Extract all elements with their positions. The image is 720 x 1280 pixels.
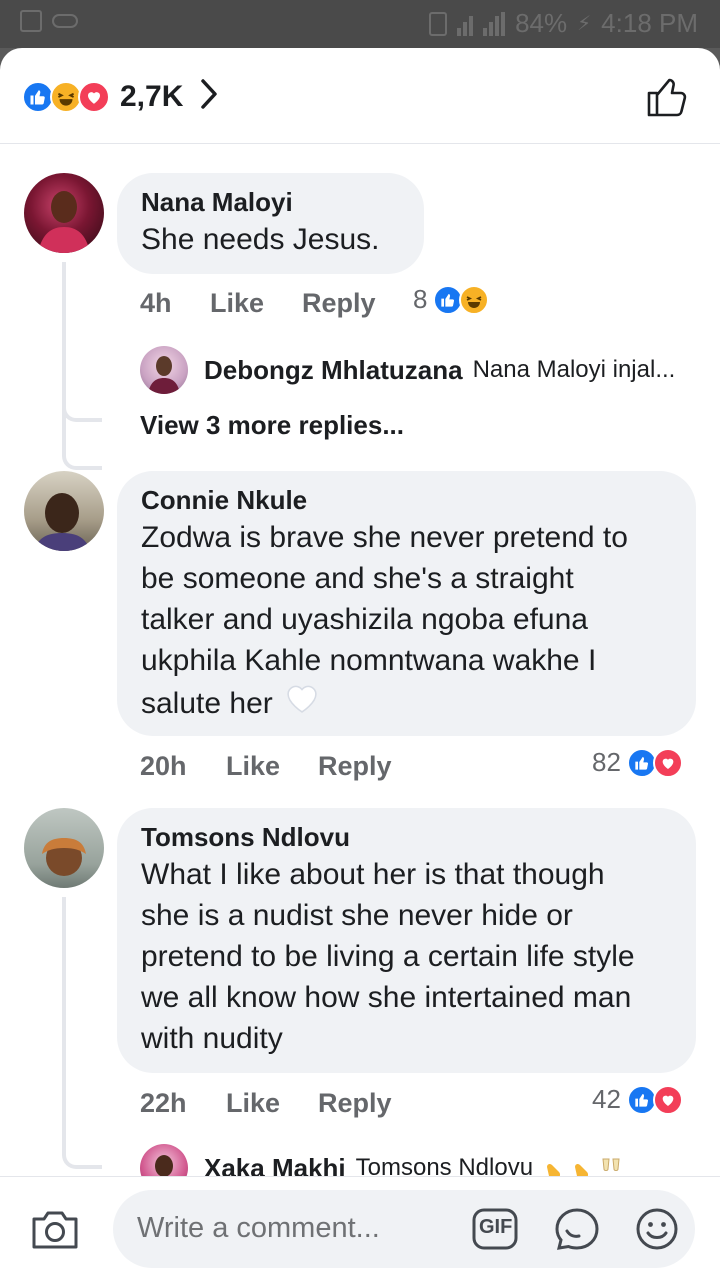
avatar[interactable]: [24, 471, 104, 551]
reactions-summary[interactable]: 2,7K: [22, 78, 219, 115]
reaction-count: 42: [592, 1084, 621, 1114]
comment-author[interactable]: Nana Maloyi: [141, 185, 400, 219]
status-left-icons: [20, 10, 78, 32]
comment-actions: 20h Like Reply: [140, 751, 392, 782]
love-reaction-icon: [652, 747, 683, 778]
avatar: [140, 346, 188, 394]
comment-text: She needs Jesus.: [141, 223, 380, 256]
comment-input-pill: GIF: [113, 1190, 695, 1268]
comment-actions: 22h Like Reply: [140, 1088, 392, 1119]
comment-text-line: salute her: [141, 681, 672, 726]
link-notification-icon: [52, 14, 78, 28]
gif-label: GIF: [479, 1216, 513, 1238]
like-post-button[interactable]: [646, 76, 690, 123]
comment-author[interactable]: Connie Nkule: [141, 483, 672, 517]
comment-time: 4h: [140, 288, 172, 318]
white-heart-icon: [283, 681, 321, 726]
thread-line: [62, 408, 102, 470]
signal-2-icon: [483, 11, 506, 36]
comment-text-line: she is a nudist she never hide or: [141, 899, 573, 932]
gallery-notification-icon: [20, 10, 42, 32]
sim-icon: [429, 11, 448, 36]
like-button[interactable]: Like: [226, 751, 318, 782]
status-bar: 84% ⚡ 4:18 PM: [0, 0, 720, 48]
battery-percent: 84%: [515, 8, 568, 38]
reply-text: Nana Maloyi injal...: [472, 356, 676, 383]
clock: 4:18 PM: [601, 8, 698, 38]
camera-button[interactable]: [30, 1209, 80, 1256]
comment-bubble[interactable]: Tomsons Ndlovu What I like about her is …: [117, 808, 696, 1073]
avatar[interactable]: [24, 808, 104, 888]
comment-text-line: be someone and she's a straight: [141, 562, 574, 595]
sticker-button[interactable]: [553, 1207, 601, 1256]
comments-sheet: 2,7K Nana Maloyi She needs Jesus. 4h Lik…: [0, 48, 720, 1280]
comment-composer: GIF: [0, 1176, 720, 1280]
view-more-replies-link[interactable]: View 3 more replies...: [140, 410, 404, 441]
reply-button[interactable]: Reply: [318, 1088, 392, 1119]
reply-preview[interactable]: Debongz Mhlatuzana Nana Maloyi injal...: [140, 346, 675, 394]
reply-author[interactable]: Debongz Mhlatuzana: [204, 355, 463, 386]
haha-reaction-icon: [459, 284, 490, 315]
comment-input[interactable]: [137, 1208, 467, 1248]
comment-text-line: we all know how she intertained man: [141, 981, 632, 1014]
chevron-right-icon: [199, 78, 219, 115]
comment-text-line: talker and uyashizila ngoba efuna: [141, 603, 588, 636]
reactions-header: 2,7K: [0, 48, 720, 144]
comment-reactions[interactable]: 42: [592, 1084, 683, 1115]
gif-button[interactable]: GIF: [471, 1207, 519, 1256]
charging-icon: ⚡: [577, 13, 592, 35]
love-reaction-icon: [78, 80, 110, 113]
avatar[interactable]: [24, 173, 104, 253]
reaction-total: 2,7K: [120, 79, 184, 113]
emoji-button[interactable]: [635, 1207, 679, 1256]
comment-text-line: What I like about her is that though: [141, 858, 605, 891]
thread-line: [62, 262, 102, 422]
comment-reactions[interactable]: 82: [592, 747, 683, 778]
comment-text-line: ukphila Kahle nomntwana wakhe I: [141, 644, 597, 677]
comment-text-last: salute her: [141, 687, 273, 720]
reply-button[interactable]: Reply: [302, 288, 376, 319]
comment-bubble[interactable]: Connie Nkule Zodwa is brave she never pr…: [117, 471, 696, 736]
comment-text-line: pretend to be living a certain life styl…: [141, 940, 635, 973]
reply-button[interactable]: Reply: [318, 751, 392, 782]
comment-author[interactable]: Tomsons Ndlovu: [141, 820, 672, 854]
signal-icon: [457, 12, 474, 36]
thread-line: [62, 897, 102, 1169]
like-button[interactable]: Like: [226, 1088, 318, 1119]
reaction-count: 82: [592, 747, 621, 777]
comment-actions: 4h Like Reply: [140, 288, 376, 319]
reaction-count: 8: [413, 284, 428, 314]
love-reaction-icon: [652, 1084, 683, 1115]
comment-text-line: with nudity: [141, 1022, 283, 1055]
comment-time: 20h: [140, 751, 187, 781]
comment-time: 22h: [140, 1088, 187, 1118]
status-right: 84% ⚡ 4:18 PM: [429, 8, 698, 39]
comment-reactions[interactable]: 8: [413, 284, 490, 315]
like-button[interactable]: Like: [210, 288, 302, 319]
comment-bubble[interactable]: Nana Maloyi She needs Jesus.: [117, 173, 424, 274]
comment-text-line: Zodwa is brave she never pretend to: [141, 521, 628, 554]
